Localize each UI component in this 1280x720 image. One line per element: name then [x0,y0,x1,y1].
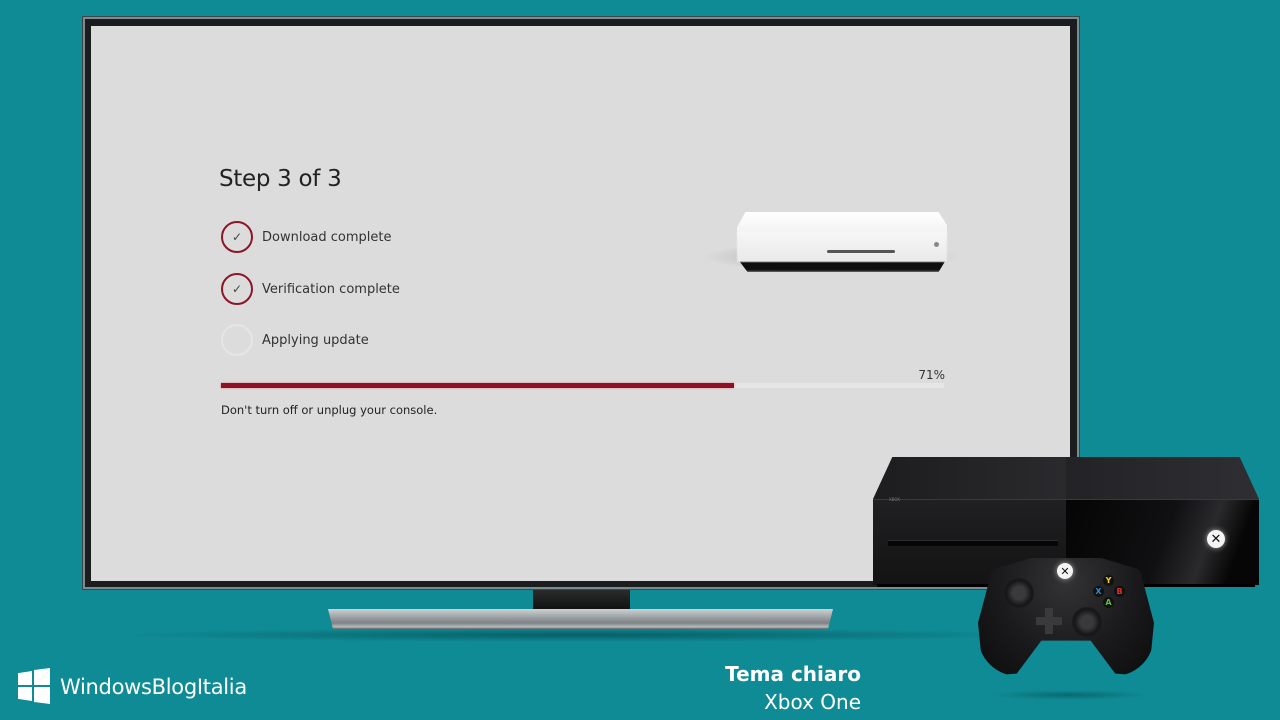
console-top [737,212,947,234]
dpad-icon [1036,608,1062,634]
tv-stand-base [328,609,833,629]
caption-subtitle: Xbox One [764,690,861,714]
step-label: Verification complete [262,281,400,297]
step-item-download: ✓ Download complete [221,220,391,254]
step-item-applying: Applying update [221,323,369,357]
console-brand: XBOX [889,497,901,502]
logo-pane [34,687,50,704]
site-name: WindowsBlogItalia [60,675,247,699]
tv-stand-neck [533,590,630,610]
power-button [934,242,939,247]
tv-shadow [110,628,1050,642]
checkmark-icon: ✓ [221,273,253,305]
step-label: Download complete [262,229,392,245]
empty-circle-icon [221,324,253,356]
x-button-icon: X [1093,586,1104,597]
disc-slot [827,250,895,253]
a-button-icon: A [1103,597,1114,608]
controller-shadow [990,690,1150,700]
xbox-logo-icon: ✕ [1207,530,1225,548]
console-top [873,457,1259,499]
logo-pane [18,671,32,685]
checkmark-icon: ✓ [221,221,253,253]
left-stick [1004,578,1034,608]
xbox-one-s-illustration [701,206,961,296]
right-stick [1072,607,1102,637]
progress-fill [221,383,735,388]
windows-logo-icon [18,668,50,704]
warning-text: Don't turn off or unplug your console. [221,403,438,417]
progress-percent: 71% [918,368,945,382]
xbox-controller: ✕ Y X B A [978,558,1154,676]
console-front [737,232,947,262]
b-button-icon: B [1114,586,1125,597]
logo-pane [18,687,32,701]
step-label: Applying update [262,332,369,348]
step-item-verification: ✓ Verification complete [221,272,400,306]
caption-title: Tema chiaro [725,662,861,686]
y-button-icon: Y [1103,575,1114,586]
logo-pane [34,668,50,685]
promo-scene: Step 3 of 3 ✓ Download complete ✓ Verifi… [0,0,1280,720]
disc-slot [888,540,1058,546]
xbox-guide-icon: ✕ [1057,563,1073,579]
progress-bar [221,383,944,388]
step-title: Step 3 of 3 [219,166,342,192]
